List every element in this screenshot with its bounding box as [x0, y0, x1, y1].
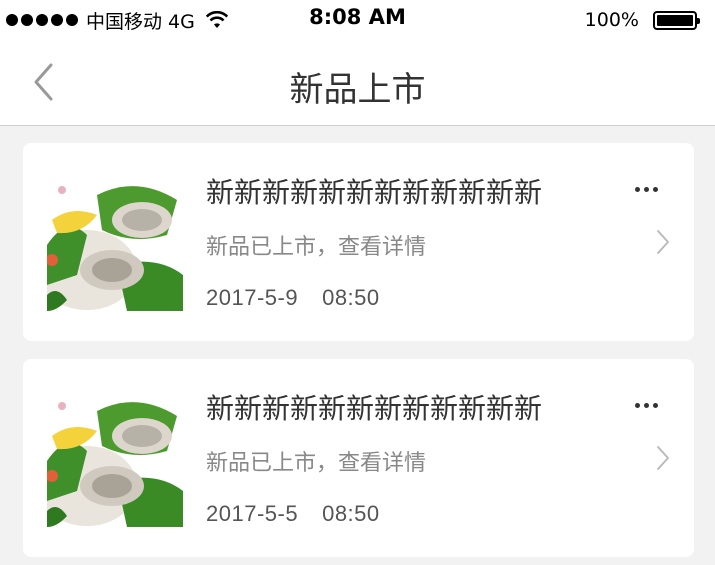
oyster-thumbnail: [47, 175, 183, 311]
list-item[interactable]: 新新新新新新新新新新新新 新品已上市，查看详情 2017-5-5 08:50: [23, 359, 694, 557]
card-date: 2017-5-9: [206, 285, 299, 310]
chevron-right-icon: [657, 230, 669, 254]
status-right: 100%: [584, 7, 700, 33]
card-time: 08:50: [322, 501, 380, 526]
battery-icon: [653, 10, 700, 30]
card-title: 新新新新新新新新新新新新: [206, 176, 543, 209]
card-description: 新品已上市，查看详情: [206, 235, 427, 260]
chevron-right-icon: [657, 446, 669, 470]
card-time: 08:50: [322, 285, 380, 310]
nav-bar: 新品上市: [0, 40, 715, 126]
battery-percentage: 100%: [584, 9, 639, 31]
oyster-thumbnail: [47, 391, 183, 527]
page-title: 新品上市: [289, 70, 426, 110]
status-bar: 中国移动 4G 8:08 AM 100%: [0, 0, 715, 40]
list-item[interactable]: 新新新新新新新新新新新新 新品已上市，查看详情 2017-5-9 08:50: [23, 143, 694, 341]
card-timestamp: 2017-5-5 08:50: [206, 501, 380, 527]
card-title: 新新新新新新新新新新新新: [206, 392, 543, 425]
card-date: 2017-5-5: [206, 501, 299, 526]
card-timestamp: 2017-5-9 08:50: [206, 285, 380, 311]
ellipsis-icon[interactable]: [635, 187, 658, 192]
ellipsis-icon[interactable]: [635, 403, 658, 408]
card-description: 新品已上市，查看详情: [206, 451, 427, 476]
